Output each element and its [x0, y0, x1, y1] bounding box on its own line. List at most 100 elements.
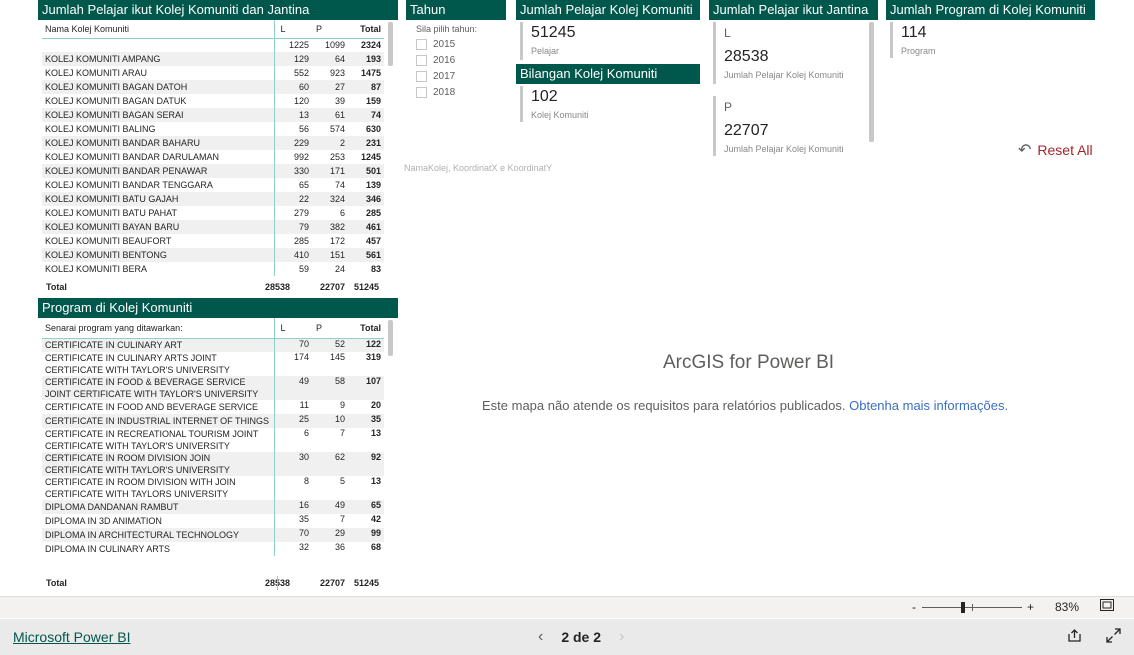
table-row[interactable]: KOLEJ KOMUNITI BANDAR PENAWAR 330 171 501 [42, 164, 384, 178]
table-cell: 122 [348, 338, 384, 352]
gender-card-scrollbar[interactable] [869, 22, 874, 142]
col-header-name[interactable]: Nama Kolej Komuniti [42, 20, 275, 39]
table-cell: DIPLOMA DANDANAN RAMBUT [42, 500, 275, 514]
table-row[interactable]: 1225 1099 2324 [42, 38, 384, 52]
zoom-level: 83% [1055, 600, 1080, 614]
table-cell: CERTIFICATE IN CULINARY ARTS JOINT CERTI… [42, 352, 275, 376]
year-option[interactable]: 2018 [416, 87, 455, 98]
table-cell: 30 [274, 452, 312, 476]
colleges-card-label: Kolej Komuniti [531, 110, 589, 120]
table-cell: 7 [339, 514, 345, 524]
table-cell: 145 [329, 352, 345, 362]
table-row[interactable]: KOLEJ KOMUNITI BERA 59 24 83 [42, 262, 384, 276]
table-row[interactable]: KOLEJ KOMUNITI ARAU 552 923 1475 [42, 66, 384, 80]
year-option[interactable]: 2015 [416, 39, 455, 50]
table-row[interactable]: DIPLOMA IN ARCHITECTURAL TECHNOLOGY 70 29 9… [42, 528, 384, 542]
table-row[interactable]: DIPLOMA IN 3D ANIMATION 35 7 42 [42, 514, 384, 528]
gender-p-head: P [724, 100, 733, 114]
zoom-out-button[interactable]: - [912, 600, 916, 614]
programs-col-divider [277, 576, 278, 590]
table-row[interactable]: KOLEJ KOMUNITI BANDAR BAHARU 229 2 231 [42, 136, 384, 150]
map-more-info-link[interactable]: Obtenha mais informações. [849, 398, 1008, 413]
table-cell: DIPLOMA IN 3D ANIMATION [42, 514, 275, 528]
table-row[interactable]: CERTIFICATE IN FOOD AND BEVERAGE SERVICE… [42, 400, 384, 414]
table-row[interactable]: CERTIFICATE IN CULINARY ART 70 52 122 [42, 338, 384, 352]
table-row[interactable]: KOLEJ KOMUNITI BANDAR DARULAMAN 992 253 124… [42, 150, 384, 164]
table-cell: 52 [312, 338, 348, 352]
col-header-p[interactable]: P [312, 20, 348, 39]
table-cell: 20 [370, 400, 381, 410]
table-cell: KOLEJ KOMUNITI BEAUFORT [42, 234, 275, 248]
table-cell: 83 [370, 264, 381, 274]
table-cell: 1245 [360, 152, 381, 162]
map-message: Este mapa não atende os requisitos para … [482, 398, 1008, 413]
share-icon[interactable] [1067, 628, 1082, 648]
students-card-value: 51245 [531, 24, 576, 41]
table-cell: 923 [329, 68, 345, 78]
zoom-in-button[interactable]: + [1027, 600, 1034, 614]
table-row[interactable]: KOLEJ KOMUNITI BALING 56 574 630 [42, 122, 384, 136]
checkbox-icon[interactable] [416, 87, 427, 98]
programs-scrollbar[interactable] [388, 320, 393, 356]
table-row[interactable]: KOLEJ KOMUNITI BAYAN BARU 79 382 461 [42, 220, 384, 234]
table-cell: 1225 [288, 40, 309, 51]
table-row[interactable]: CERTIFICATE IN RECREATIONAL TOURISM JOIN… [42, 428, 384, 452]
table-row[interactable]: CERTIFICATE IN ROOM DIVISION JOIN CERTIF… [42, 452, 384, 476]
programs-card-label: Program [901, 46, 936, 56]
table-cell: 6 [303, 428, 309, 438]
table-cell: KOLEJ KOMUNITI BANDAR TENGGARA [42, 178, 275, 192]
table-cell: KOLEJ KOMUNITI AMPANG [42, 52, 275, 66]
col-header-p[interactable]: P [312, 318, 348, 339]
table-row[interactable]: CERTIFICATE IN INDUSTRIAL INTERNET OF TH… [42, 414, 384, 428]
programs-grid: Senarai program yang ditawarkan: L P Tot… [42, 318, 384, 556]
table-cell: CERTIFICATE IN FOOD AND BEVERAGE SERVICE [42, 400, 275, 414]
table-row[interactable]: KOLEJ KOMUNITI BAGAN DATUK 120 39 159 [42, 94, 384, 108]
checkbox-icon[interactable] [416, 55, 427, 66]
chevron-left-icon[interactable]: ‹ [538, 628, 543, 646]
year-option-label: 2015 [433, 39, 456, 50]
col-header-l[interactable]: L [274, 318, 312, 339]
students-table[interactable]: Nama Kolej Komuniti L P Total 1225 1099 23… [42, 20, 384, 280]
table-row[interactable]: KOLEJ KOMUNITI BAGAN SERAI 13 61 74 [42, 108, 384, 122]
table-cell: 461 [348, 220, 384, 234]
fit-page-icon[interactable] [1100, 599, 1114, 614]
expand-icon[interactable] [1106, 628, 1121, 648]
page-indicator: 2 de 2 [561, 629, 602, 645]
col-header-total[interactable]: Total [348, 318, 384, 339]
table-row[interactable]: KOLEJ KOMUNITI BANDAR TENGGARA 65 74 139 [42, 178, 384, 192]
table-row[interactable]: CERTIFICATE IN FOOD & BEVERAGE SERVICE J… [42, 376, 384, 400]
table-cell: 319 [365, 352, 381, 362]
total-l: 28538 [264, 282, 290, 292]
reset-all-button[interactable]: ↶ Reset All [1018, 140, 1093, 160]
table-cell: 5 [339, 476, 345, 486]
table-row[interactable]: CERTIFICATE IN CULINARY ARTS JOINT CERTI… [42, 352, 384, 376]
col-header-total[interactable]: Total [348, 20, 384, 39]
table-cell: 193 [348, 52, 384, 66]
table-row[interactable]: KOLEJ KOMUNITI BATU GAJAH 22 324 346 [42, 192, 384, 206]
table-cell: 62 [312, 452, 348, 476]
table-row[interactable]: DIPLOMA DANDANAN RAMBUT 16 49 65 [42, 500, 384, 514]
table-cell: 74 [334, 180, 345, 190]
table-row[interactable]: KOLEJ KOMUNITI BENTONG 410 151 561 [42, 248, 384, 262]
table-row[interactable]: KOLEJ KOMUNITI BATU PAHAT 279 6 285 [42, 206, 384, 220]
col-header-program[interactable]: Senarai program yang ditawarkan: [42, 318, 275, 339]
programs-table[interactable]: Senarai program yang ditawarkan: L P Tot… [42, 318, 384, 576]
table-cell: 11 [299, 400, 309, 410]
table-row[interactable]: KOLEJ KOMUNITI AMPANG 129 64 193 [42, 52, 384, 66]
table-row[interactable]: KOLEJ KOMUNITI BAGAN DATOH 60 27 87 [42, 80, 384, 94]
checkbox-icon[interactable] [416, 39, 427, 50]
students-scrollbar[interactable] [388, 22, 393, 66]
table-row[interactable]: KOLEJ KOMUNITI BEAUFORT 285 172 457 [42, 234, 384, 248]
col-header-l[interactable]: L [274, 20, 312, 39]
table-cell: DIPLOMA IN CULINARY ARTS [42, 542, 275, 556]
power-bi-link[interactable]: Microsoft Power BI [13, 629, 130, 645]
checkbox-icon[interactable] [416, 71, 427, 82]
year-option[interactable]: 2017 [416, 71, 455, 82]
zoom-slider-thumb[interactable] [961, 602, 965, 613]
year-option[interactable]: 2016 [416, 55, 455, 66]
table-cell: CERTIFICATE IN RECREATIONAL TOURISM JOIN… [42, 428, 275, 452]
table-cell: 174 [293, 352, 309, 362]
table-row[interactable]: CERTIFICATE IN ROOM DIVISION WITH JOIN C… [42, 476, 384, 500]
chevron-right-icon[interactable]: › [619, 628, 624, 646]
table-row[interactable]: DIPLOMA IN CULINARY ARTS 32 36 68 [42, 542, 384, 556]
